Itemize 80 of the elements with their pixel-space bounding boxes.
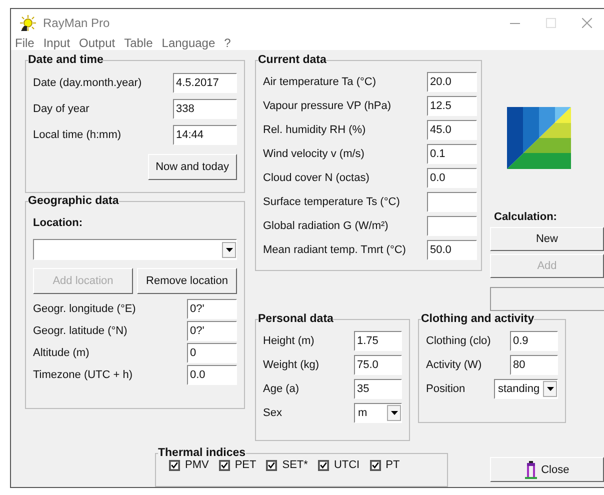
input-field[interactable]: 20.0: [427, 72, 477, 92]
window-title: RayMan Pro: [43, 16, 110, 30]
close-icon[interactable]: [582, 18, 592, 28]
input-field[interactable]: [427, 192, 477, 212]
field-label: Global radiation G (W/m²): [263, 220, 388, 232]
checkbox-label: PET: [234, 459, 256, 471]
field-label: Timezone (UTC + h): [33, 369, 133, 381]
calculation-label: Calculation:: [494, 211, 558, 223]
input-field[interactable]: 0.0: [187, 365, 237, 385]
input-field[interactable]: 0.1: [427, 144, 477, 164]
dropdown-arrow-icon[interactable]: [226, 248, 232, 252]
field-label: Cloud cover N (octas): [263, 172, 370, 184]
group-title: Date and time: [28, 54, 104, 66]
close-button[interactable]: Close: [490, 457, 604, 482]
field-label: Sex: [263, 407, 282, 419]
checkbox-label: SET*: [282, 459, 308, 471]
checkbox[interactable]: [169, 460, 180, 470]
menu-item[interactable]: Language: [162, 36, 216, 50]
input-field[interactable]: 14:44: [173, 125, 237, 145]
menu-item[interactable]: Input: [43, 36, 70, 50]
input-field[interactable]: 75.0: [354, 355, 402, 375]
checkbox[interactable]: [318, 460, 329, 470]
dropdown-field[interactable]: standing: [494, 379, 558, 399]
checkbox[interactable]: [218, 460, 230, 470]
checkbox[interactable]: [266, 460, 278, 470]
now-and-today-button[interactable]: Now and today: [148, 154, 237, 180]
field-label: Rel. humidity RH (%): [263, 124, 366, 136]
field-label: Wind velocity v (m/s): [263, 148, 364, 160]
input-field[interactable]: 1.75: [354, 331, 402, 351]
field-label: Air temperature Ta (°C): [263, 76, 376, 88]
input-field[interactable]: 35: [354, 379, 402, 399]
sun-icon: [19, 14, 37, 30]
input-field[interactable]: 45.0: [427, 120, 477, 140]
location-label: Location:: [33, 217, 84, 229]
field-label: Geogr. longitude (°E): [33, 303, 136, 315]
checkbox-label: PT: [386, 459, 400, 471]
input-field[interactable]: 0: [187, 343, 237, 363]
input-field[interactable]: 0?': [187, 299, 237, 319]
menu-item[interactable]: ?: [224, 36, 231, 50]
field-label: Weight (kg): [263, 359, 320, 371]
field-label: Mean radiant temp. Tmrt (°C): [263, 244, 406, 256]
calculation-button[interactable]: New: [490, 227, 604, 251]
checkbox-label: PMV: [185, 459, 209, 471]
gate-icon: [525, 460, 538, 478]
input-field[interactable]: 50.0: [427, 240, 477, 260]
menu-item[interactable]: File: [15, 36, 34, 50]
checkbox-label: UTCI: [334, 459, 360, 471]
input-field[interactable]: 0.0: [427, 168, 477, 188]
group-title: Current data: [258, 54, 326, 66]
field-label: Local time (h:mm): [33, 129, 122, 141]
dropdown-arrow-icon[interactable]: [390, 411, 398, 415]
group-title: Personal data: [258, 313, 334, 325]
field-label: Activity (W): [426, 359, 482, 371]
dropdown-field[interactable]: m: [354, 403, 402, 423]
field-label: Clothing (clo): [426, 335, 491, 347]
field-label: Height (m): [263, 335, 314, 347]
input-field[interactable]: [427, 216, 477, 236]
field-label: Altitude (m): [33, 347, 90, 359]
checkbox[interactable]: [370, 460, 381, 470]
menu-item[interactable]: Table: [124, 36, 153, 50]
group-title: Clothing and activity: [421, 313, 534, 325]
field-label: Date (day.month.year): [33, 77, 142, 89]
field-label: Age (a): [263, 383, 300, 395]
location-button[interactable]: Remove location: [137, 268, 237, 294]
input-field[interactable]: 0?': [187, 321, 237, 341]
field-label: Vapour pressure VP (hPa): [263, 100, 391, 112]
input-field[interactable]: 0.9: [510, 331, 558, 351]
input-field[interactable]: 80: [510, 355, 558, 375]
field-label: Day of year: [33, 103, 90, 115]
group-title: Geographic data: [28, 195, 119, 207]
field-label: Position: [426, 383, 466, 395]
field-label: Surface temperature Ts (°C): [263, 196, 400, 208]
group-title: Thermal indices: [158, 447, 246, 459]
menu-item[interactable]: Output: [79, 36, 116, 50]
input-field[interactable]: 4.5.2017: [173, 73, 237, 93]
input-field[interactable]: 12.5: [427, 96, 477, 116]
logo-icon: [507, 107, 571, 169]
dropdown-arrow-icon[interactable]: [546, 387, 554, 391]
input-field[interactable]: 338: [173, 99, 237, 119]
field-label: Geogr. latitude (°N): [33, 325, 128, 337]
